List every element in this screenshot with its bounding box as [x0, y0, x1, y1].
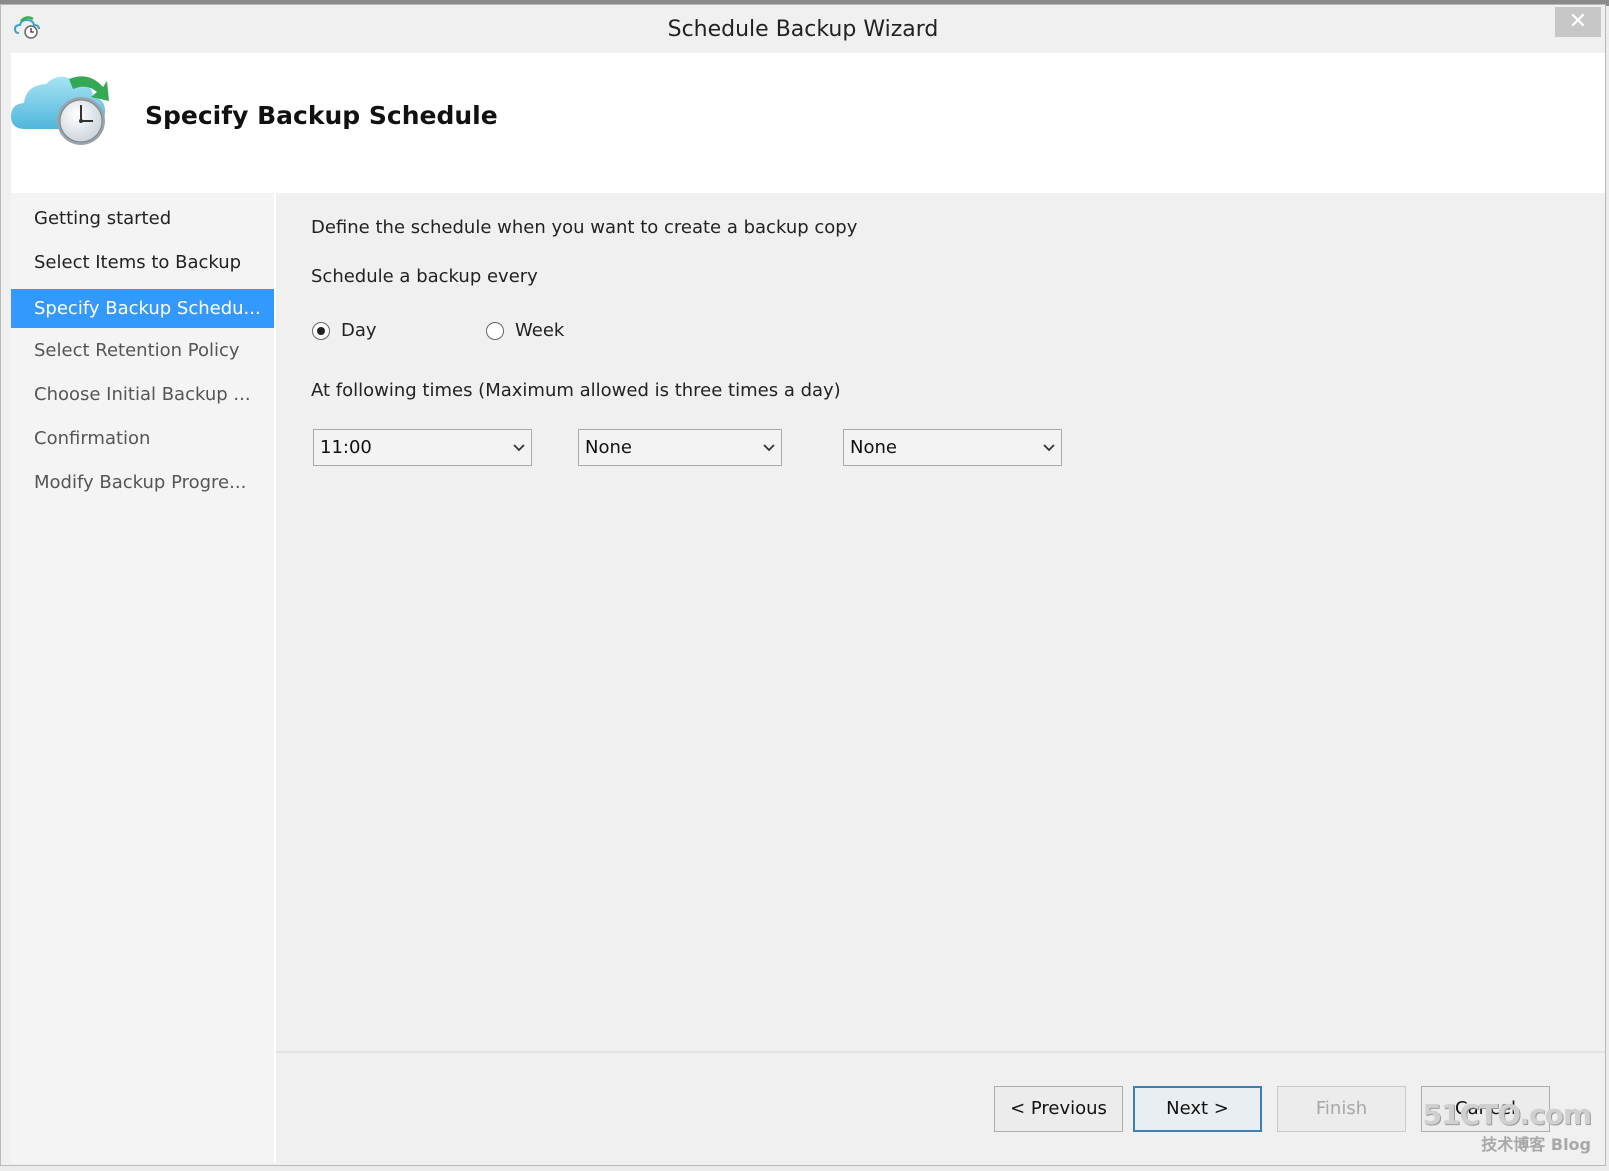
window-title: Schedule Backup Wizard	[667, 17, 939, 42]
chevron-down-icon	[763, 444, 775, 452]
watermark-blog: 技术博客 Blog	[1481, 1135, 1591, 1154]
time-select-1[interactable]: 11:00	[313, 429, 532, 466]
chevron-down-icon	[1043, 444, 1055, 452]
radio-week-label: Week	[515, 320, 565, 341]
sidebar-item-modify-progress[interactable]: Modify Backup Progre...	[11, 463, 274, 502]
radio-day-label: Day	[341, 320, 377, 341]
radio-day-indicator[interactable]	[312, 321, 330, 340]
wizard-window: Schedule Backup Wizard ✕ Specify Backup	[0, 4, 1606, 1166]
times-label: At following times (Maximum allowed is t…	[311, 380, 841, 401]
chevron-down-icon	[513, 444, 525, 452]
time-select-3[interactable]: None	[843, 429, 1062, 466]
finish-button[interactable]: Finish	[1277, 1086, 1406, 1132]
cloud-backup-clock-icon	[11, 76, 109, 145]
time-select-1-value: 11:00	[320, 437, 372, 458]
wizard-header: Specify Backup Schedule	[11, 53, 1605, 193]
next-button[interactable]: Next >	[1133, 1086, 1262, 1132]
sidebar-item-specify-schedule[interactable]: Specify Backup Schedu...	[11, 289, 274, 328]
close-button[interactable]: ✕	[1555, 7, 1601, 37]
time-select-3-value: None	[850, 437, 897, 458]
watermark-site: 51CTO.com	[1422, 1098, 1592, 1131]
time-select-2[interactable]: None	[578, 429, 782, 466]
title-bar: Schedule Backup Wizard ✕	[1, 5, 1605, 53]
time-select-2-value: None	[585, 437, 632, 458]
radio-week-indicator[interactable]	[486, 321, 504, 340]
sidebar-item-confirmation[interactable]: Confirmation	[11, 419, 274, 458]
previous-button[interactable]: < Previous	[994, 1086, 1123, 1132]
intro-text: Define the schedule when you want to cre…	[311, 217, 858, 238]
footer-divider	[276, 1051, 1605, 1053]
wizard-content: Define the schedule when you want to cre…	[276, 193, 1605, 1163]
page-title: Specify Backup Schedule	[145, 101, 498, 130]
sidebar-item-getting-started[interactable]: Getting started	[11, 199, 274, 238]
wizard-steps-sidebar: Getting started Select Items to Backup S…	[11, 193, 276, 1163]
frequency-label: Schedule a backup every	[311, 266, 538, 287]
sidebar-item-initial-backup[interactable]: Choose Initial Backup ...	[11, 375, 274, 414]
sidebar-item-select-items[interactable]: Select Items to Backup	[11, 243, 274, 282]
radio-week[interactable]: Week	[486, 320, 564, 341]
sidebar-item-retention-policy[interactable]: Select Retention Policy	[11, 331, 274, 370]
radio-day[interactable]: Day	[312, 320, 377, 341]
watermark: 51CTO.com 技术博客 Blog	[1422, 1098, 1592, 1155]
